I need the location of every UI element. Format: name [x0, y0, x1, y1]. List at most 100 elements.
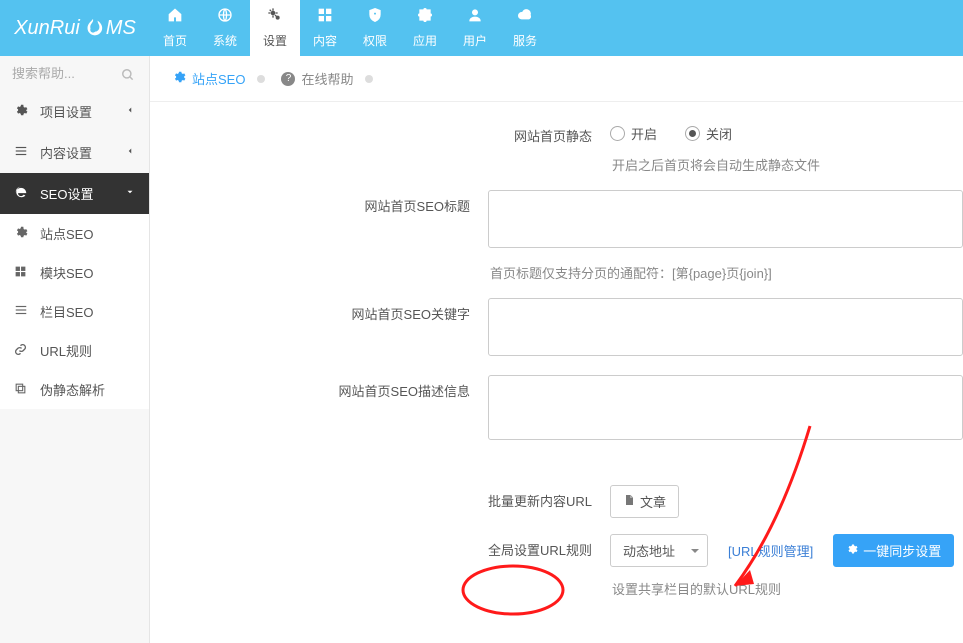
topnav-label: 内容 — [313, 32, 337, 49]
submenu-label: 站点SEO — [40, 224, 93, 243]
topnav: 首页 系统 设置 内容 权限 应用 用户 服务 — [150, 0, 550, 56]
content: 站点SEO ? 在线帮助 网站首页静态 开启 关闭 开启之后首页将会自动生成静态… — [150, 56, 963, 643]
topnav-grid[interactable]: 内容 — [300, 0, 350, 56]
sidebar: 项目设置内容设置 SEO设置 站点SEO 模块SEO 栏目SEO URL规则伪静态解析 — [0, 56, 150, 643]
topnav-label: 用户 — [463, 32, 487, 49]
logo: XunRui MS — [0, 0, 150, 56]
submenu-label: URL规则 — [40, 341, 92, 360]
field-help: 开启之后首页将会自动生成静态文件 — [610, 155, 963, 174]
globe-icon — [217, 7, 233, 28]
menu-label: 内容设置 — [40, 143, 92, 162]
chevron-icon — [125, 187, 135, 200]
grid-icon — [317, 7, 333, 28]
submenu-item[interactable]: URL规则 — [0, 331, 149, 370]
topnav-cloud[interactable]: 服务 — [500, 0, 550, 56]
menu-group[interactable]: SEO设置 — [0, 173, 149, 214]
menu-label: 项目设置 — [40, 102, 92, 121]
logo-text-1: XunRui — [14, 17, 80, 40]
radio-close[interactable]: 关闭 — [685, 124, 732, 143]
content-tabs: 站点SEO ? 在线帮助 — [150, 56, 963, 102]
menu-label: SEO设置 — [40, 184, 93, 203]
row-batch-url: 批量更新内容URL 文章 — [150, 477, 963, 526]
search-input[interactable] — [12, 66, 137, 81]
row-seo-desc: 网站首页SEO描述信息 — [150, 367, 963, 451]
submenu-item[interactable]: 站点SEO — [0, 214, 149, 253]
question-icon: ? — [281, 72, 295, 86]
sync-settings-button[interactable]: 一键同步设置 — [833, 534, 954, 567]
url-rule-select[interactable]: 动态地址 — [610, 534, 708, 567]
grid4-icon — [14, 265, 32, 281]
chevron-icon — [125, 105, 135, 118]
topnav-label: 设置 — [263, 32, 287, 49]
row-global-url: 全局设置URL规则 动态地址 [URL规则管理] 一键同步设置 设置共享栏目的默… — [150, 526, 963, 606]
tab-label: 站点SEO — [192, 69, 245, 88]
gear-icon — [14, 103, 32, 120]
clone-icon — [14, 382, 32, 398]
sidebar-menu: 项目设置内容设置 SEO设置 — [0, 91, 149, 214]
logo-flame-icon — [82, 17, 104, 39]
gear-icon — [172, 70, 186, 87]
field-label: 网站首页静态 — [150, 120, 610, 174]
topbar: XunRui MS 首页 系统 设置 内容 权限 应用 用户 服务 — [0, 0, 963, 56]
topnav-label: 服务 — [513, 32, 537, 49]
sidebar-search — [0, 56, 149, 91]
tab-dot-icon — [365, 75, 373, 83]
topnav-home[interactable]: 首页 — [150, 0, 200, 56]
submenu-label: 模块SEO — [40, 263, 93, 282]
seo-title-input[interactable] — [488, 190, 963, 248]
search-icon[interactable] — [121, 68, 135, 85]
submenu-label: 栏目SEO — [40, 302, 93, 321]
cloud-icon — [517, 7, 533, 28]
topnav-label: 系统 — [213, 32, 237, 49]
topnav-shield[interactable]: 权限 — [350, 0, 400, 56]
puzzle-icon — [417, 7, 433, 28]
radio-group-static: 开启 关闭 — [610, 120, 963, 143]
field-help: 首页标题仅支持分页的通配符：[第{page}页{join}] — [488, 263, 963, 282]
topnav-label: 应用 — [413, 32, 437, 49]
row-seo-keywords: 网站首页SEO关键字 — [150, 290, 963, 367]
seo-form: 网站首页静态 开启 关闭 开启之后首页将会自动生成静态文件 网站首页SEO标题 … — [150, 102, 963, 616]
topnav-globe[interactable]: 系统 — [200, 0, 250, 56]
seo-keywords-input[interactable] — [488, 298, 963, 356]
seo-desc-input[interactable] — [488, 375, 963, 440]
topnav-user[interactable]: 用户 — [450, 0, 500, 56]
field-help: 设置共享栏目的默认URL规则 — [610, 579, 963, 598]
submenu-item[interactable]: 模块SEO — [0, 253, 149, 292]
menu-group[interactable]: 内容设置 — [0, 132, 149, 173]
topnav-gears[interactable]: 设置 — [250, 0, 300, 56]
submenu-item[interactable]: 栏目SEO — [0, 292, 149, 331]
tab-dot-icon — [257, 75, 265, 83]
batch-article-button[interactable]: 文章 — [610, 485, 679, 518]
logo-text-2: MS — [106, 17, 136, 40]
gears-icon — [267, 7, 283, 28]
ie-icon — [14, 185, 32, 202]
shield-icon — [367, 7, 383, 28]
submenu-label: 伪静态解析 — [40, 380, 105, 399]
field-label: 批量更新内容URL — [150, 485, 610, 518]
radio-open[interactable]: 开启 — [610, 124, 657, 143]
sidebar-submenu: 站点SEO 模块SEO 栏目SEO URL规则伪静态解析 — [0, 214, 149, 409]
row-home-static: 网站首页静态 开启 关闭 开启之后首页将会自动生成静态文件 — [150, 112, 963, 182]
submenu-item[interactable]: 伪静态解析 — [0, 370, 149, 409]
document-icon — [623, 494, 635, 509]
gear-icon — [846, 543, 858, 558]
url-rule-manage-link[interactable]: [URL规则管理] — [728, 541, 813, 560]
field-label: 网站首页SEO关键字 — [150, 298, 488, 359]
list-icon — [14, 144, 32, 161]
row-seo-title: 网站首页SEO标题 首页标题仅支持分页的通配符：[第{page}页{join}] — [150, 182, 963, 290]
home-icon — [167, 7, 183, 28]
topnav-label: 权限 — [363, 32, 387, 49]
topnav-puzzle[interactable]: 应用 — [400, 0, 450, 56]
topnav-label: 首页 — [163, 32, 187, 49]
field-label: 全局设置URL规则 — [150, 534, 610, 598]
user-icon — [467, 7, 483, 28]
field-label: 网站首页SEO描述信息 — [150, 375, 488, 443]
tab-site-seo[interactable]: 站点SEO — [172, 69, 265, 88]
menu-group[interactable]: 项目设置 — [0, 91, 149, 132]
link-icon — [14, 343, 32, 359]
chevron-icon — [125, 146, 135, 159]
field-label: 网站首页SEO标题 — [150, 190, 488, 282]
gear-icon — [14, 225, 32, 242]
tab-online-help[interactable]: ? 在线帮助 — [281, 69, 373, 88]
list-icon — [14, 303, 32, 320]
